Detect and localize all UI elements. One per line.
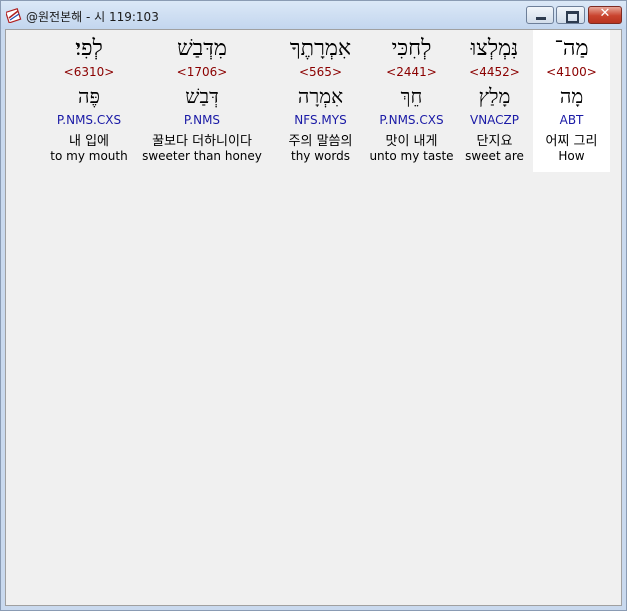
bible-app-icon — [6, 7, 22, 23]
hebrew-word: אִמְרָתֶךָ — [289, 36, 352, 61]
korean-gloss: 내 입에 — [68, 134, 109, 149]
hebrew-word: לְחִכִּי — [391, 36, 432, 61]
morphology-code[interactable]: NFS.MYS — [274, 113, 367, 127]
strongs-number[interactable]: <6310> — [46, 65, 132, 79]
word-column[interactable]: אִמְרָתֶךָ <565> אִמְרָה NFS.MYS 주의 말씀의 … — [274, 30, 367, 172]
english-gloss: to my mouth — [50, 149, 128, 163]
strongs-number[interactable]: <1706> — [134, 65, 270, 79]
korean-gloss: 꿀보다 더하니이다 — [152, 134, 252, 149]
close-button[interactable]: ✕ — [588, 6, 622, 24]
korean-gloss: 맛이 내게 — [385, 134, 438, 149]
word-column[interactable]: לְחִכִּי <2441> חֵךְ P.NMS.CXS 맛이 내게 unt… — [367, 30, 456, 172]
korean-gloss: 어찌 그리 — [545, 134, 598, 149]
minimize-button[interactable] — [526, 6, 554, 24]
minimize-icon — [536, 17, 546, 20]
maximize-icon — [566, 11, 579, 23]
interlinear-panel: מַה־ <4100> מָה ABT 어찌 그리 How נִּמְלְצוּ… — [5, 29, 622, 606]
hebrew-lemma: חֵךְ — [400, 84, 423, 108]
window-title: @원전본해 - 시 119:103 — [26, 10, 159, 24]
hebrew-lemma: מָלַץ — [478, 84, 511, 108]
english-gloss: unto my taste — [369, 149, 454, 163]
korean-gloss: 단지요 — [476, 134, 513, 149]
hebrew-lemma: מָה — [559, 84, 584, 108]
word-column[interactable]: מִדְּבַשׁ <1706> דְּבַשׁ P.NMS 꿀보다 더하니이다… — [134, 30, 270, 172]
english-gloss: sweeter than honey — [142, 149, 262, 163]
english-gloss: thy words — [291, 149, 350, 163]
close-icon: ✕ — [599, 6, 611, 21]
strongs-number[interactable]: <2441> — [367, 65, 456, 79]
hebrew-lemma: דְּבַשׁ — [185, 84, 219, 108]
hebrew-word: מִדְּבַשׁ — [177, 36, 227, 61]
strongs-number[interactable]: <4100> — [533, 65, 610, 79]
morphology-code[interactable]: P.NMS.CXS — [367, 113, 456, 127]
hebrew-word: נִּמְלְצוּ — [470, 36, 519, 61]
morphology-code[interactable]: VNACZP — [456, 113, 533, 127]
morphology-code[interactable]: P.NMS.CXS — [46, 113, 132, 127]
hebrew-lemma: פֶּה — [78, 84, 100, 108]
morphology-code[interactable]: ABT — [533, 113, 610, 127]
english-gloss: sweet are — [465, 149, 524, 163]
title-bar[interactable]: @원전본해 - 시 119:103 ✕ — [1, 1, 626, 29]
hebrew-word: לְפִי׃ — [75, 36, 103, 61]
korean-gloss: 주의 말씀의 — [288, 134, 353, 149]
app-window: @원전본해 - 시 119:103 ✕ מַה־ <4100> מָה ABT … — [0, 0, 627, 611]
hebrew-word: מַה־ — [554, 36, 589, 61]
word-column[interactable]: נִּמְלְצוּ <4452> מָלַץ VNACZP 단지요 sweet… — [456, 30, 533, 172]
morphology-code[interactable]: P.NMS — [134, 113, 270, 127]
strongs-number[interactable]: <4452> — [456, 65, 533, 79]
strongs-number[interactable]: <565> — [274, 65, 367, 79]
word-column[interactable]: לְפִי׃ <6310> פֶּה P.NMS.CXS 내 입에 to my … — [46, 30, 132, 172]
maximize-button[interactable] — [556, 6, 585, 24]
hebrew-lemma: אִמְרָה — [297, 84, 344, 108]
word-column[interactable]: מַה־ <4100> מָה ABT 어찌 그리 How — [533, 30, 610, 172]
english-gloss: How — [558, 149, 585, 163]
